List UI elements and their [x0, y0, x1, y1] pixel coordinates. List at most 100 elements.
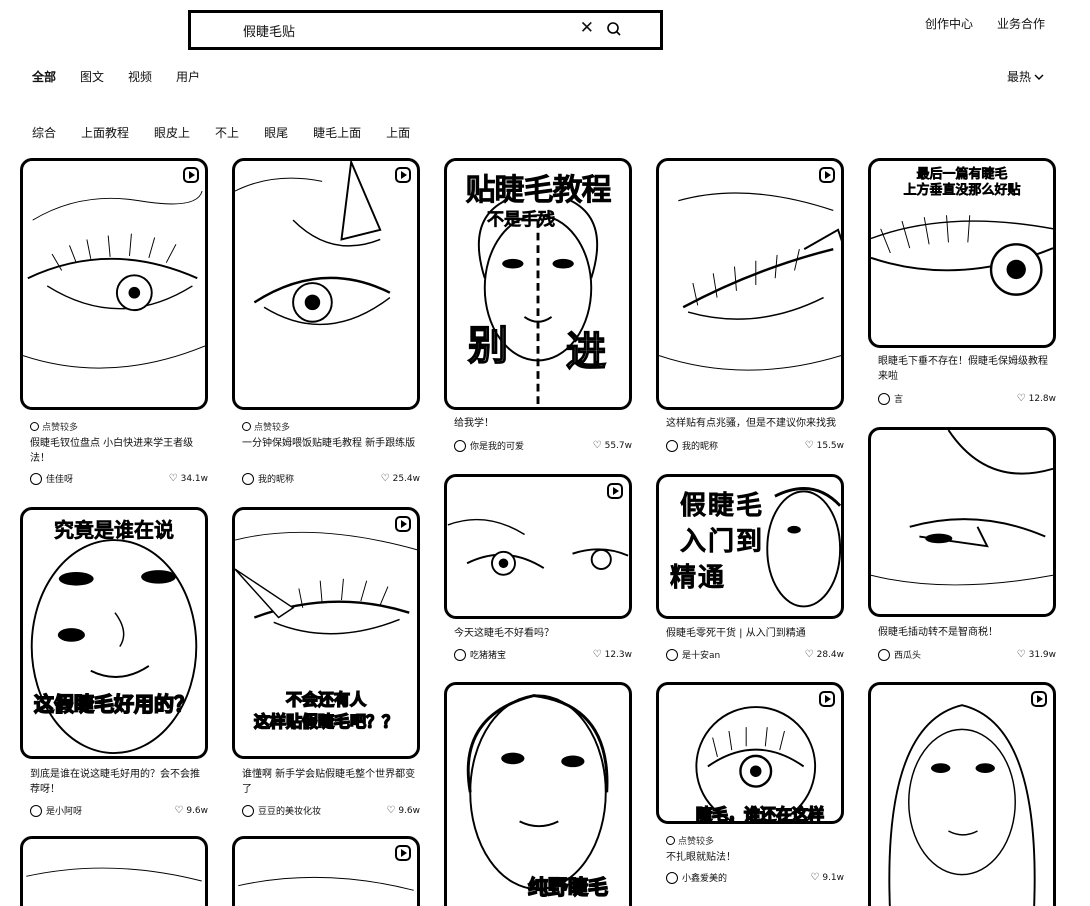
note-cover[interactable] — [232, 836, 420, 906]
note-title[interactable]: 给我学！ — [454, 416, 632, 431]
chip[interactable]: 睫毛上面 — [313, 124, 361, 141]
note-cover[interactable]: 究竟是谁在说 这假睫毛好用的？ — [20, 507, 208, 759]
note-title[interactable]: 到底是谁在说这睫毛好用的？会不会推荐呀！ — [30, 767, 208, 797]
cover-illustration — [238, 876, 414, 891]
chip[interactable]: 上面 — [386, 124, 410, 141]
note-card[interactable]: 纯野睫毛 — [444, 682, 632, 906]
chip[interactable]: 眼皮上 — [154, 124, 190, 141]
chip[interactable]: 综合 — [32, 124, 56, 141]
author[interactable]: 是小阿呀 — [30, 804, 82, 817]
clear-search-icon[interactable]: ✕ — [580, 18, 594, 38]
note-card[interactable] — [20, 836, 208, 906]
note-cover[interactable]: 最后一篇有睫毛 上方垂直没那么好贴 — [868, 158, 1056, 348]
search-icon[interactable] — [606, 21, 622, 37]
note-cover[interactable]: 睫毛，谁还在这样 — [656, 682, 844, 824]
like-count: 9.1w — [822, 872, 844, 883]
video-icon — [395, 167, 411, 183]
note-cover[interactable]: 纯野睫毛 — [444, 682, 632, 906]
like-button[interactable]: ♡ 9.1w — [810, 872, 844, 883]
author[interactable]: 言 — [878, 392, 903, 405]
like-button[interactable]: ♡ 25.4w — [381, 473, 420, 484]
chip[interactable]: 上面教程 — [81, 124, 129, 141]
author-name: 是小阿呀 — [46, 807, 83, 817]
note-title[interactable]: 这样贴有点兆骚，但是不建议你来找我 — [666, 416, 844, 431]
note-cover[interactable] — [20, 836, 208, 906]
note-cover[interactable]: 假睫毛 入门到 精通 — [656, 474, 844, 619]
author[interactable]: 佳佳呀 — [30, 472, 73, 485]
note-title[interactable]: 假睫毛钗位盘点 小白快进来学王者级法！ — [30, 436, 208, 466]
note-title[interactable]: 谁懂啊 新手学会贴假睫毛整个世界都变了 — [242, 767, 420, 797]
note-cover[interactable] — [444, 474, 632, 619]
chip[interactable]: 不上 — [215, 124, 239, 141]
heart-icon: ♡ — [810, 872, 820, 883]
filter-chips: 综合 上面教程 眼皮上 不上 眼尾 睫毛上面 上面 — [32, 124, 410, 141]
like-count: 15.5w — [816, 440, 844, 451]
note-meta: 吃猪猪宝 ♡ 12.3w — [454, 648, 632, 661]
note-title[interactable]: 眼睫毛下垂不存在！假睫毛保姆级教程来啦 — [878, 354, 1056, 384]
tab-image-text[interactable]: 图文 — [80, 68, 104, 85]
tab-all[interactable]: 全部 — [32, 68, 56, 85]
video-icon — [607, 483, 623, 499]
note-cover[interactable] — [868, 682, 1056, 906]
face-illustration — [30, 539, 198, 755]
creator-center-link[interactable]: 创作中心 — [925, 15, 973, 32]
note-title[interactable]: 假睫毛零死干货 | 从入门到精通 — [666, 626, 844, 641]
chip[interactable]: 眼尾 — [264, 124, 288, 141]
search-box[interactable]: ✕ — [188, 10, 663, 50]
like-button[interactable]: ♡ 55.7w — [593, 440, 632, 451]
note-card[interactable] — [868, 682, 1056, 906]
like-button[interactable]: ♡ 12.8w — [1017, 393, 1056, 404]
author[interactable]: 我的昵称 — [666, 439, 718, 452]
author[interactable]: 西瓜头 — [878, 648, 921, 661]
tab-video[interactable]: 视频 — [128, 68, 152, 85]
note-card[interactable]: 点赞较多 一分钟保姆喂饭贴睫毛教程 新手跟练版 我的昵称 ♡ 25.4w — [232, 158, 420, 488]
note-cover[interactable]: 不会还有人 这样贴假睫毛吧？？ — [232, 507, 420, 759]
like-button[interactable]: ♡ 15.5w — [805, 440, 844, 451]
author[interactable]: 豆豆的美妆化妆 — [242, 804, 321, 817]
heart-icon: ♡ — [1016, 649, 1026, 660]
cover-text: 这假睫毛好用的？ — [33, 691, 195, 717]
author-name: 言 — [894, 395, 904, 405]
business-link[interactable]: 业务合作 — [997, 15, 1045, 32]
note-card[interactable]: 睫毛，谁还在这样 点赞较多 不扎眼就贴法！ 小鑫爱美的 ♡ 9.1w — [656, 682, 844, 887]
eye-illustration — [23, 190, 205, 369]
sort-dropdown[interactable]: 最热 — [1007, 68, 1044, 85]
note-cover[interactable] — [232, 158, 420, 410]
cover-text: 究竟是谁在说 — [54, 518, 175, 543]
author[interactable]: 吃猪猪宝 — [454, 648, 506, 661]
like-button[interactable]: ♡ 12.3w — [593, 649, 632, 660]
author[interactable]: 是十安an — [666, 648, 720, 661]
like-button[interactable]: ♡ 31.9w — [1017, 649, 1056, 660]
search-input[interactable] — [243, 22, 563, 38]
note-card[interactable]: 贴睫毛教程 不是手残 别 进 给我学！ 你是我的可爱 ♡ 55.7w — [444, 158, 632, 458]
cover-text: 睫毛，谁还在这样 — [695, 804, 825, 824]
note-card[interactable]: 点赞较多 假睫毛钗位盘点 小白快进来学王者级法！ 佳佳呀 ♡ 34.1w — [20, 158, 208, 488]
like-button[interactable]: ♡ 34.1w — [169, 473, 208, 484]
note-card[interactable]: 假睫毛 入门到 精通 假睫毛零死干货 | 从入门到精通 是十安an ♡ 28.4w — [656, 474, 844, 664]
note-cover[interactable] — [20, 158, 208, 410]
note-card[interactable] — [232, 836, 420, 906]
author[interactable]: 我的昵称 — [242, 472, 294, 485]
like-button[interactable]: ♡ 9.6w — [386, 805, 420, 816]
note-title[interactable]: 假睫毛插动转不是智商税！ — [878, 625, 1056, 640]
note-card[interactable]: 不会还有人 这样贴假睫毛吧？？ 谁懂啊 新手学会贴假睫毛整个世界都变了 豆豆的美… — [232, 507, 420, 822]
like-count: 34.1w — [180, 473, 208, 484]
note-card[interactable]: 今天这睫毛不好看吗？ 吃猪猪宝 ♡ 12.3w — [444, 474, 632, 664]
note-card[interactable]: 究竟是谁在说 这假睫毛好用的？ 到底是谁在说这睫毛好用的？会不会推荐呀！ 是小阿… — [20, 507, 208, 822]
note-title[interactable]: 不扎眼就贴法！ — [666, 850, 844, 865]
cover-text: 进 — [565, 328, 607, 376]
note-cover[interactable] — [656, 158, 844, 410]
like-button[interactable]: ♡ 28.4w — [805, 649, 844, 660]
note-cover[interactable]: 贴睫毛教程 不是手残 别 进 — [444, 158, 632, 410]
note-card[interactable]: 这样贴有点兆骚，但是不建议你来找我 我的昵称 ♡ 15.5w — [656, 158, 844, 458]
note-card[interactable]: 最后一篇有睫毛 上方垂直没那么好贴 眼睫毛下垂不存在！假睫毛保姆级教程来啦 言 … — [868, 158, 1056, 413]
note-card[interactable]: 假睫毛插动转不是智商税！ 西瓜头 ♡ 31.9w — [868, 427, 1056, 664]
author[interactable]: 你是我的可爱 — [454, 439, 524, 452]
author[interactable]: 小鑫爱美的 — [666, 871, 727, 884]
note-cover[interactable] — [868, 427, 1056, 617]
tab-user[interactable]: 用户 — [176, 68, 200, 85]
note-title[interactable]: 一分钟保姆喂饭贴睫毛教程 新手跟练版 — [242, 436, 420, 451]
author-name: 西瓜头 — [894, 651, 922, 661]
like-button[interactable]: ♡ 9.6w — [174, 805, 208, 816]
note-title[interactable]: 今天这睫毛不好看吗？ — [454, 626, 632, 641]
